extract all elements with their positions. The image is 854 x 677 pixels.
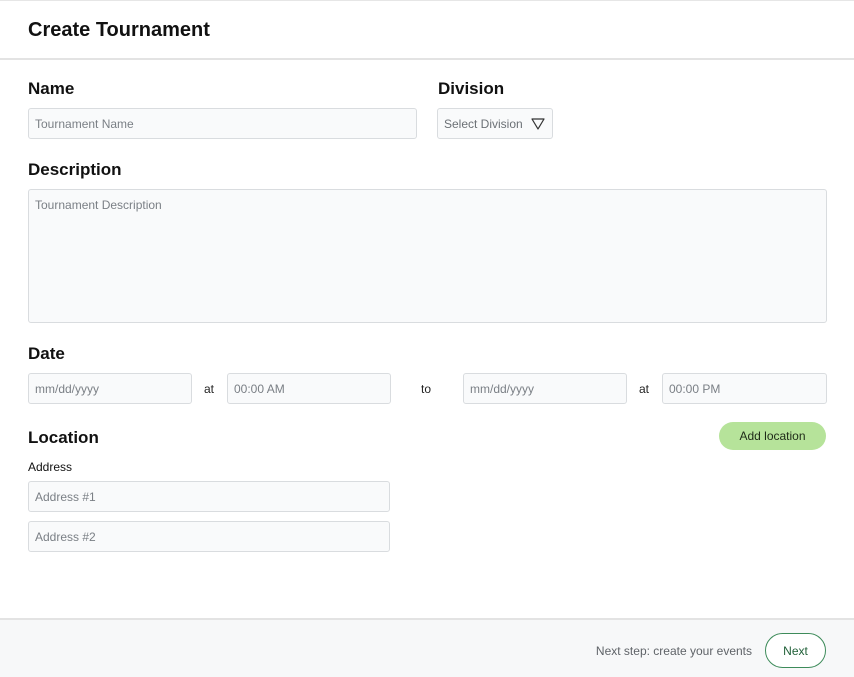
end-time-input[interactable] — [662, 373, 827, 404]
tournament-description-textarea[interactable] — [28, 189, 827, 323]
address-label: Address — [28, 460, 73, 474]
next-step-hint: Next step: create your events — [595, 644, 752, 658]
to-separator: to — [421, 382, 432, 396]
name-label: Name — [28, 79, 75, 98]
end-date-input[interactable] — [463, 373, 627, 404]
date-label: Date — [28, 344, 65, 363]
address-line-1-input[interactable] — [28, 481, 390, 512]
location-label: Location — [28, 428, 99, 447]
division-select-value: Select Division — [444, 116, 523, 131]
start-date-input[interactable] — [28, 373, 192, 404]
at-separator-start: at — [204, 382, 215, 396]
at-separator-end: at — [639, 382, 650, 396]
page-title: Create Tournament — [28, 19, 210, 41]
description-label: Description — [28, 160, 122, 179]
tournament-name-input[interactable] — [28, 108, 417, 139]
address-line-2-input[interactable] — [28, 521, 390, 552]
page-header: Create Tournament — [0, 0, 854, 60]
chevron-down-icon — [531, 117, 545, 130]
page-footer: Next step: create your events Next — [0, 618, 854, 677]
add-location-button[interactable]: Add location — [719, 422, 826, 450]
division-label: Division — [438, 79, 505, 98]
division-select[interactable]: Select Division — [437, 108, 553, 139]
next-button[interactable]: Next — [765, 633, 826, 668]
start-time-input[interactable] — [227, 373, 391, 404]
